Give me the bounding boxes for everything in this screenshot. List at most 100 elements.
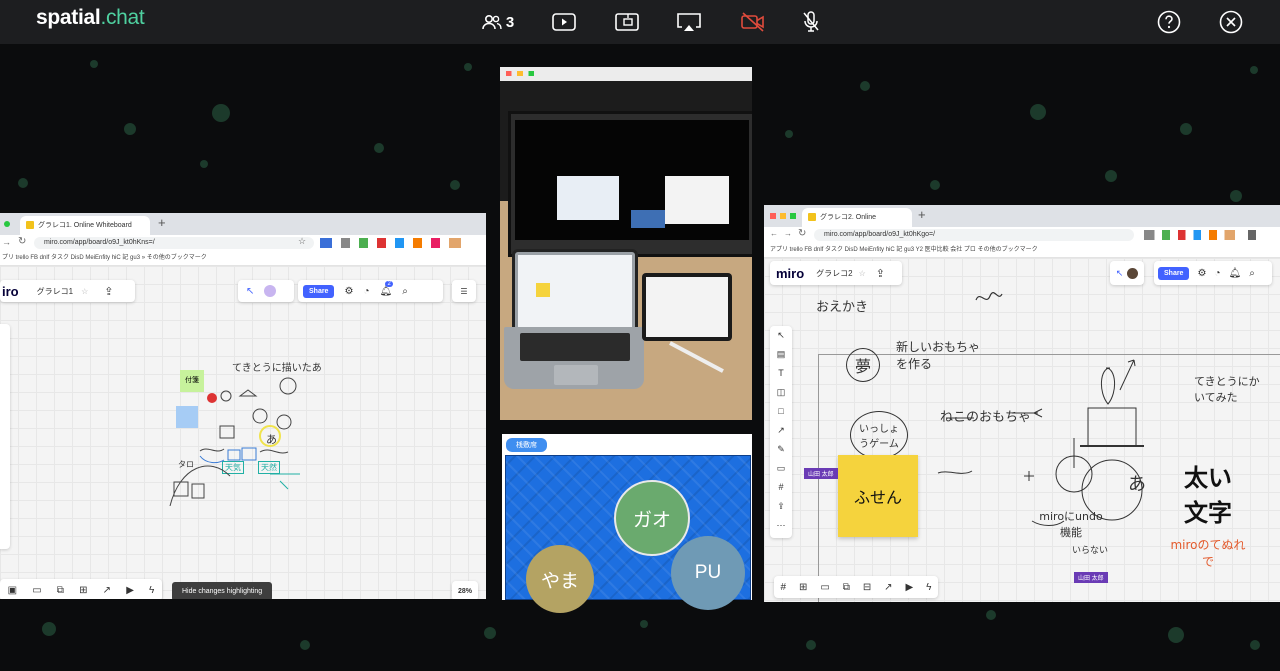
miro-logo[interactable]: iro xyxy=(2,284,19,299)
close-button[interactable] xyxy=(1218,8,1244,36)
left-screen-share[interactable]: グラレコ1. Online Whiteboard + → ↻ miro.com/… xyxy=(0,213,486,599)
grid-icon[interactable]: ⊞ xyxy=(799,582,807,593)
pen-icon[interactable]: ✎ xyxy=(770,440,792,459)
user-avatar-bubble[interactable]: ガオ xyxy=(614,480,690,556)
frame-icon[interactable]: # xyxy=(770,478,792,497)
notifications-icon[interactable]: 🔔︎ 2 xyxy=(379,280,393,297)
sketch-drawing xyxy=(169,377,300,506)
search-icon[interactable]: ⌕ xyxy=(402,286,408,297)
left-toolbar: ↖ ▤ T ◫ □ ↗ ✎ ▭ # ⇪ ⋯ xyxy=(770,326,792,538)
zoom-level[interactable]: 28% xyxy=(452,581,478,599)
select-icon[interactable]: ↖ xyxy=(770,326,792,345)
upload-icon[interactable]: ⇪ xyxy=(770,497,792,516)
user-avatar-bubble[interactable]: PU xyxy=(671,536,745,610)
board-name[interactable]: グラレコ2 xyxy=(816,268,852,279)
back-arrow-icon[interactable]: → xyxy=(2,237,11,247)
miro-favicon-icon xyxy=(26,221,34,229)
new-tab-icon[interactable]: + xyxy=(158,215,166,230)
line-icon[interactable]: ↗ xyxy=(770,421,792,440)
board-name[interactable]: グラレコ1 xyxy=(37,286,73,297)
help-icon xyxy=(1157,10,1181,34)
handwriting-text: 夢 xyxy=(846,348,881,382)
search-icon[interactable]: ⌕ xyxy=(1249,268,1255,279)
center-video[interactable] xyxy=(500,67,752,420)
help-button[interactable] xyxy=(1156,8,1182,36)
group-label[interactable]: 桟敷席 xyxy=(506,438,547,452)
bottom-toolbar: ▣ ▭ ⧉ ⊞ ↗ ▶ ϟ xyxy=(0,579,162,599)
reload-icon[interactable]: ↻ xyxy=(798,228,806,239)
spatialchat-logo[interactable]: spatial.chat xyxy=(36,6,145,30)
right-screen-share[interactable]: グラレコ2. Online Whiteboard + ← → ↻ miro.co… xyxy=(764,205,1280,602)
star-icon[interactable]: ☆ xyxy=(859,269,866,278)
settings-icon[interactable]: ⚙ xyxy=(1197,268,1206,279)
background-dot xyxy=(300,640,310,650)
more-icon[interactable]: ⋯ xyxy=(770,516,792,535)
avatar[interactable] xyxy=(1127,267,1139,279)
template-icon[interactable]: ⊟ xyxy=(863,582,871,593)
microphone-button[interactable] xyxy=(800,8,822,36)
lightning-icon[interactable]: ϟ xyxy=(926,582,931,593)
back-arrow-icon[interactable]: ← xyxy=(770,229,778,238)
settings-icon[interactable]: ⚙ xyxy=(344,286,353,297)
screen-share-icon xyxy=(615,12,639,32)
background-dot xyxy=(124,123,136,135)
new-tab-icon[interactable]: + xyxy=(918,207,926,222)
frame-icon[interactable]: ▣ xyxy=(8,585,17,596)
extensions-icon[interactable] xyxy=(1144,230,1274,240)
timer-icon[interactable]: ◔ xyxy=(1214,268,1220,279)
avatar-name: ガオ xyxy=(632,509,671,531)
video-icon[interactable]: ▶ xyxy=(126,585,134,596)
media-button[interactable] xyxy=(551,8,577,36)
url-field[interactable]: miro.com/app/board/o9J_kt0hKns=/ xyxy=(34,237,314,249)
notifications-icon[interactable]: 🔔︎ xyxy=(1228,268,1241,279)
panel-toggle-icon[interactable]: ☰ xyxy=(452,280,476,302)
star-icon[interactable]: ☆ xyxy=(298,236,306,247)
cursor-icon[interactable]: ↖ xyxy=(1116,268,1124,279)
template-icon[interactable]: ▤ xyxy=(770,345,792,364)
frame-icon[interactable]: # xyxy=(780,582,786,593)
browser-tab[interactable]: グラレコ2. Online Whiteboard xyxy=(802,208,912,240)
avatar[interactable] xyxy=(264,285,277,297)
miro-logo[interactable]: miro xyxy=(776,266,804,281)
grid-icon[interactable]: ⊞ xyxy=(79,585,87,596)
miro-board[interactable]: miro グラレコ2 ☆ ⇪ ↖ Share ⚙ ◔ 🔔︎ ⌕ ↖ ▤ T ◫ □ ↗ ✎ ▭… xyxy=(764,258,1280,602)
background-dot xyxy=(1168,627,1184,643)
link-icon[interactable]: ↗ xyxy=(103,585,111,596)
extensions-icon[interactable] xyxy=(320,238,470,248)
cards-icon[interactable]: ⧉ xyxy=(843,582,850,593)
share-button[interactable]: Share xyxy=(303,284,335,298)
cards-icon[interactable]: ⧉ xyxy=(57,585,64,596)
people-icon xyxy=(482,14,502,30)
participants-button[interactable]: 3 xyxy=(478,8,518,36)
handwriting-text: おえかき xyxy=(816,300,869,315)
camera-toggle-button[interactable] xyxy=(739,8,767,36)
star-icon[interactable]: ☆ xyxy=(81,287,88,296)
airplay-button[interactable] xyxy=(675,8,703,36)
text-icon[interactable]: T xyxy=(770,364,792,383)
reload-icon[interactable]: ↻ xyxy=(18,236,26,247)
shape-icon[interactable]: □ xyxy=(770,402,792,421)
export-icon[interactable]: ⇪ xyxy=(104,285,113,298)
screen-share-button[interactable] xyxy=(614,8,640,36)
forward-arrow-icon[interactable]: → xyxy=(784,229,792,238)
link-icon[interactable]: ↗ xyxy=(884,582,892,593)
timer-icon[interactable]: ◔ xyxy=(363,286,369,297)
notification-badge: 2 xyxy=(385,280,393,287)
background-dot xyxy=(1250,640,1260,650)
sticky-note-yellow[interactable]: ふせん xyxy=(838,455,918,537)
browser-tab[interactable]: グラレコ1. Online Whiteboard xyxy=(20,216,150,235)
cursor-icon[interactable]: ↖ xyxy=(246,286,254,297)
miro-board[interactable]: iro グラレコ1 ☆ ⇪ ↖ Share ⚙ ◔ 🔔︎ 2 ⌕ ☰ 付箋 てきと… xyxy=(0,266,486,599)
mini-sticky xyxy=(536,283,550,297)
url-field[interactable]: miro.com/app/board/o9J_kt0hKgo=/ xyxy=(814,229,1134,241)
lightning-icon[interactable]: ϟ xyxy=(149,585,154,596)
video-icon[interactable]: ▶ xyxy=(906,582,914,593)
left-toolbar[interactable] xyxy=(0,324,10,549)
sticky-icon[interactable]: ◫ xyxy=(770,383,792,402)
comment-icon[interactable]: ▭ xyxy=(820,582,829,593)
comment-icon[interactable]: ▭ xyxy=(32,585,41,596)
user-avatar-bubble[interactable]: やま xyxy=(526,545,594,613)
avatar-name: やま xyxy=(540,570,579,592)
comment-icon[interactable]: ▭ xyxy=(770,459,792,478)
background-dot xyxy=(18,178,28,188)
